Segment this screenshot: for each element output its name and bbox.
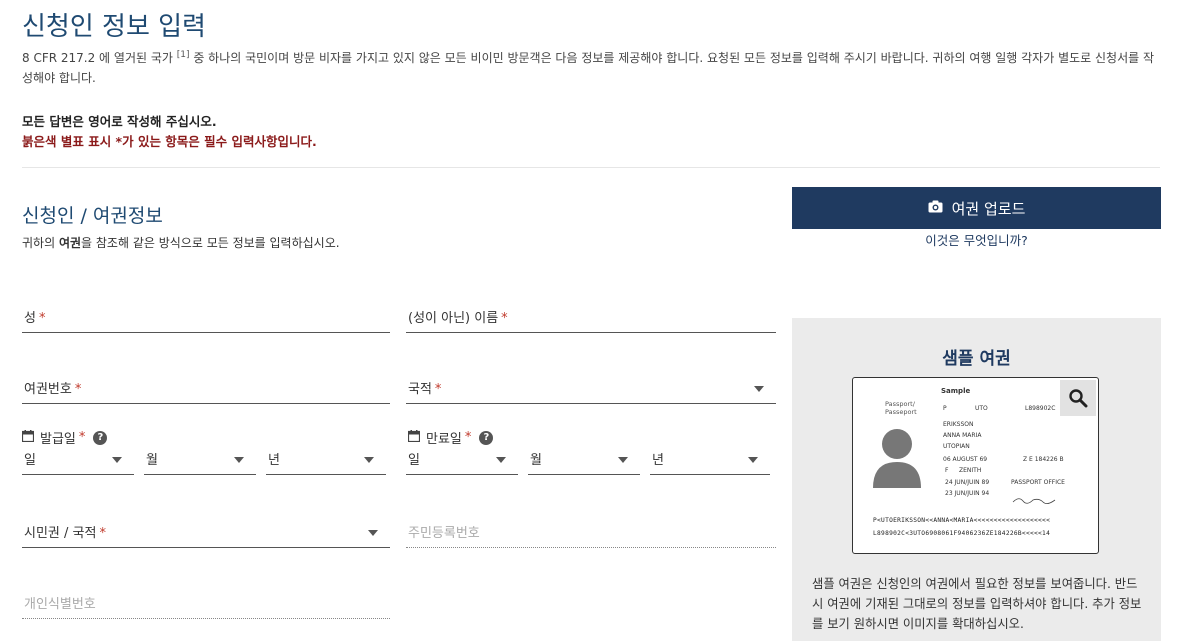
zoom-button[interactable] [1060, 380, 1096, 416]
given-name-field[interactable]: (성이 아닌) 이름 * [406, 304, 776, 333]
search-icon [1069, 389, 1088, 408]
issue-date-label: 발급일 * ? [21, 428, 108, 447]
intro-text-a: 8 CFR 217.2 에 열거된 국가 [22, 51, 177, 65]
signature-mark [1012, 498, 1056, 504]
upload-label: 여권 업로드 [951, 199, 1026, 218]
expiry-month-select[interactable]: 월 [528, 448, 640, 475]
required-mark: * [464, 430, 472, 445]
chevron-down-icon [112, 457, 122, 463]
issue-day-select[interactable]: 일 [22, 448, 134, 475]
chevron-down-icon [496, 457, 506, 463]
national-id-field[interactable]: 주민등록번호 [406, 519, 776, 548]
chevron-down-icon [364, 457, 374, 463]
expiry-month-text: 월 [530, 453, 542, 468]
pp-mrz1: P<UTOERIKSSON<<ANNA<MARIA<<<<<<<<<<<<<<<… [873, 517, 1051, 524]
issue-year-text: 년 [268, 453, 280, 468]
passport-number-label-text: 여권번호 [24, 382, 72, 397]
pp-personal-no: Z E 184226 B [1023, 456, 1064, 463]
expiry-year-text: 년 [652, 453, 664, 468]
issue-month-select[interactable]: 월 [144, 448, 256, 475]
expiry-date-label: 만료일 * ? [407, 428, 494, 447]
nationality-select[interactable]: 국적 * [406, 375, 776, 404]
citizenship-select[interactable]: 시민권 / 국적 * [22, 519, 390, 548]
chevron-down-icon [754, 386, 764, 392]
required-mark: * [501, 311, 508, 326]
required-note: 붉은색 별표 표시 *가 있는 항목은 필수 입력사항입니다. [22, 134, 317, 149]
pp-sex: F [945, 467, 949, 474]
pp-authority: PASSPORT OFFICE [1011, 479, 1065, 486]
pp-sample: Sample [941, 387, 971, 395]
chevron-down-icon [618, 457, 628, 463]
required-mark: * [99, 526, 106, 541]
portrait-silhouette [873, 429, 921, 488]
nationality-label-text: 국적 [408, 382, 432, 397]
given-name-label: (성이 아닌) 이름 * [408, 307, 508, 326]
divider [22, 167, 1160, 168]
intro-text-b: 중 하나의 국민이며 방문 비자를 가지고 있지 않은 모든 비이민 방문객은 … [22, 51, 1155, 85]
nationality-label: 국적 * [408, 378, 441, 397]
surname-label: 성 * [24, 307, 45, 326]
given-name-label-text: (성이 아닌) 이름 [408, 311, 499, 326]
required-mark: * [38, 311, 46, 326]
what-is-this-link[interactable]: 이것은 무엇입니까? [792, 230, 1161, 249]
pp-expiry: 23 JUN/JUIN 94 [945, 490, 990, 497]
help-icon[interactable]: ? [479, 430, 494, 445]
calendar-icon [407, 429, 421, 446]
citizenship-label-text: 시민권 / 국적 [24, 526, 97, 541]
camera-icon [928, 199, 943, 217]
pp-number: L898902C [1025, 405, 1056, 412]
chevron-down-icon [748, 457, 758, 463]
calendar-icon [21, 429, 35, 446]
intro-text: 8 CFR 217.2 에 열거된 국가 [1] 중 하나의 국민이며 방문 비… [22, 45, 1162, 88]
passport-number-field[interactable]: 여권번호 * [22, 375, 390, 404]
section-desc-b: 을 참조해 같은 방식으로 모든 정보를 입력하십시오. [81, 236, 340, 250]
english-note: 모든 답변은 영어로 작성해 주십시오. [22, 114, 217, 129]
pp-passport-word: Passport/ [885, 400, 915, 408]
section-desc-bold: 여권 [58, 236, 82, 250]
pp-mrz2: L898902C<3UTO6908061F9406236ZE184226B<<<… [873, 530, 1051, 537]
section-desc: 귀하의 여권을 참조해 같은 방식으로 모든 정보를 입력하십시오. [22, 234, 340, 251]
help-icon[interactable]: ? [93, 430, 108, 445]
issue-month-text: 월 [146, 453, 158, 468]
expiry-day-text: 일 [408, 453, 420, 468]
page-title: 신청인 정보 입력 [22, 12, 206, 42]
footnote-link[interactable]: [1] [177, 50, 190, 60]
surname-field[interactable]: 성 * [22, 304, 390, 333]
upload-passport-button[interactable]: 여권 업로드 [792, 187, 1161, 229]
section-desc-a: 귀하의 [22, 236, 59, 250]
required-mark: * [78, 430, 86, 445]
expiry-year-select[interactable]: 년 [650, 448, 770, 475]
section-title: 신청인 / 여권정보 [22, 205, 163, 227]
passport-number-label: 여권번호 * [24, 378, 81, 397]
issue-day-text: 일 [24, 453, 36, 468]
chevron-down-icon [234, 457, 244, 463]
citizenship-label: 시민권 / 국적 * [24, 522, 106, 541]
surname-label-text: 성 [24, 311, 36, 326]
sample-passport-image[interactable]: Sample Passport/ Passeport P UTO L898902… [852, 377, 1099, 554]
pp-nationality: UTOPIAN [943, 443, 970, 450]
sample-passport-panel: 샘플 여권 Sample Passport/ Passeport P UTO L… [792, 318, 1161, 641]
pp-type: P [943, 405, 947, 412]
expiry-day-select[interactable]: 일 [406, 448, 518, 475]
pp-passport-word2: Passeport [885, 408, 917, 416]
personal-id-field[interactable]: 개인식별번호 [22, 590, 390, 619]
pp-issue: 24 JUN/JUIN 89 [945, 479, 990, 486]
chevron-down-icon [368, 530, 378, 536]
pp-place: ZENITH [959, 467, 982, 474]
expiry-date-label-text: 만료일 [426, 432, 462, 447]
issue-date-label-text: 발급일 [40, 432, 76, 447]
required-mark: * [74, 382, 82, 397]
national-id-placeholder: 주민등록번호 [408, 526, 480, 541]
pp-code: UTO [975, 405, 988, 412]
sample-title: 샘플 여권 [942, 349, 1011, 369]
issue-year-select[interactable]: 년 [266, 448, 386, 475]
pp-surname: ERIKSSON [943, 421, 974, 428]
sample-desc: 샘플 여권은 신청인의 여권에서 필요한 정보를 보여줍니다. 반드시 여권에 … [812, 577, 1142, 631]
required-mark: * [434, 382, 442, 397]
pp-dob: 06 AUGUST 69 [943, 456, 988, 463]
personal-id-placeholder: 개인식별번호 [24, 597, 96, 612]
pp-given: ANNA MARIA [943, 432, 982, 439]
